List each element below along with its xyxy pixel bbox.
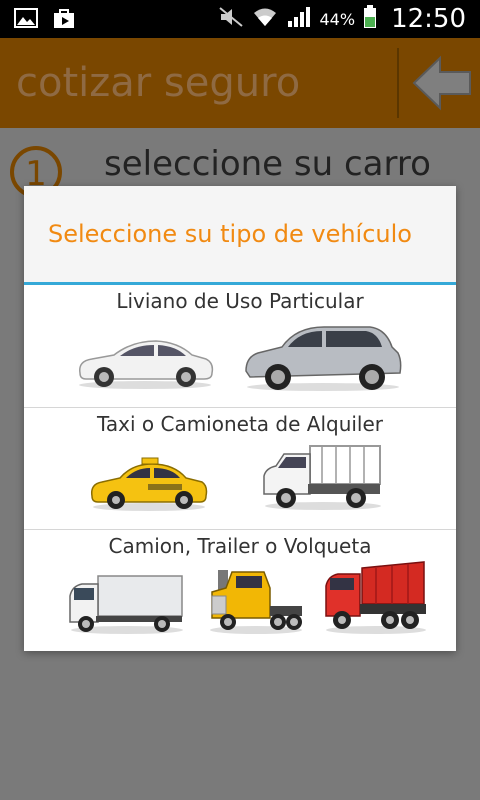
mute-icon	[218, 6, 244, 32]
section-title-rental: Taxi o Camioneta de Alquiler	[96, 412, 384, 436]
clock: 12:50	[391, 4, 466, 34]
vehicle-section-cargo[interactable]: Camion, Trailer o Volqueta	[24, 530, 456, 651]
signal-icon	[286, 6, 312, 32]
dialog-header: Seleccione su tipo de vehículo	[24, 186, 456, 282]
suv-image[interactable]	[242, 317, 404, 397]
section-title-cargo: Camion, Trailer o Volqueta	[108, 534, 372, 558]
flatbed-pickup-image[interactable]	[262, 440, 384, 516]
taxi-cab-image[interactable]	[88, 454, 210, 516]
battery-percent: 44%	[319, 9, 356, 29]
dialog-title: Seleccione su tipo de vehículo	[48, 220, 412, 248]
action-bar-divider	[397, 48, 399, 118]
status-bar: 44% 12:50	[0, 0, 480, 38]
back-arrow-icon	[412, 55, 471, 111]
vehicle-type-dialog: Seleccione su tipo de vehículo Liviano d…	[24, 186, 456, 651]
app-title: cotizar seguro	[16, 60, 301, 106]
sedan-car-image[interactable]	[74, 329, 216, 395]
vehicle-section-rental[interactable]: Taxi o Camioneta de Alquiler	[24, 408, 456, 529]
dump-truck-image[interactable]	[324, 560, 428, 640]
box-truck-image[interactable]	[68, 572, 186, 640]
gallery-notification-icon	[14, 7, 38, 29]
section-title-private: Liviano de Uso Particular	[116, 289, 364, 313]
back-button[interactable]	[410, 50, 474, 116]
semi-trailer-truck-image[interactable]	[208, 566, 304, 640]
battery-icon	[363, 5, 377, 33]
action-bar: cotizar seguro	[0, 38, 480, 128]
wifi-icon	[252, 6, 278, 32]
store-notification-icon	[52, 7, 76, 29]
vehicle-section-private[interactable]: Liviano de Uso Particular	[24, 285, 456, 407]
step-label: seleccione su carro	[104, 144, 431, 184]
